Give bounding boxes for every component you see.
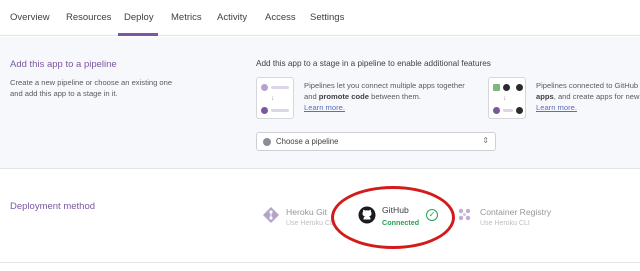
pipeline-section-title: Add this app to a pipeline — [10, 59, 117, 70]
section-divider — [0, 262, 640, 263]
heroku-git-label: Heroku Git — [286, 207, 328, 217]
heroku-git-sublabel: Use Heroku CLI — [286, 220, 336, 227]
pipeline-feature-promote-text: Pipelines let you connect multiple apps … — [304, 81, 465, 112]
container-registry-label: Container Registry — [480, 207, 552, 217]
learn-more-link-promote[interactable]: Learn more. — [304, 103, 345, 112]
github-connected-status: Connected — [382, 218, 420, 227]
tab-access[interactable]: Access — [265, 12, 296, 23]
choose-pipeline-placeholder: Choose a pipeline — [276, 137, 339, 146]
pipeline-features-heading: Add this app to a stage in a pipeline to… — [256, 59, 491, 68]
tab-resources[interactable]: Resources — [66, 12, 111, 23]
chevron-updown-icon: ⇕ — [482, 136, 489, 145]
pipeline-promote-illustration: ↓ — [256, 77, 294, 119]
learn-more-link-github[interactable]: Learn more. — [536, 103, 577, 112]
active-tab-indicator — [118, 33, 158, 36]
tab-metrics[interactable]: Metrics — [171, 12, 202, 23]
deploy-method-github[interactable]: GitHub Connected ✓ — [358, 205, 444, 238]
deploy-method-heroku-git[interactable]: Heroku Git Use Heroku CLI — [262, 206, 336, 236]
pipeline-feature-github-text: Pipelines connected to GitHub apps, and … — [536, 81, 640, 112]
deploy-method-container-registry[interactable]: Container Registry Use Heroku CLI — [456, 206, 576, 236]
pipeline-github-illustration: ↓ — [488, 77, 526, 119]
tab-overview[interactable]: Overview — [10, 12, 50, 23]
deployment-method-title: Deployment method — [10, 201, 96, 212]
github-label: GitHub — [382, 205, 409, 215]
tab-activity[interactable]: Activity — [217, 12, 247, 23]
container-registry-icon — [458, 208, 471, 221]
container-registry-sublabel: Use Heroku CLI — [480, 220, 530, 227]
choose-pipeline-select[interactable]: Choose a pipeline ⇕ — [256, 132, 496, 151]
tab-deploy[interactable]: Deploy — [124, 12, 154, 23]
app-tab-bar: Overview Resources Deploy Metrics Activi… — [0, 0, 640, 36]
check-circle-icon: ✓ — [426, 209, 438, 221]
tab-settings[interactable]: Settings — [310, 12, 344, 23]
heroku-git-icon — [263, 207, 279, 223]
pipeline-section-description: Create a new pipeline or choose an exist… — [10, 78, 173, 98]
github-icon — [358, 206, 376, 224]
deployment-method-section: Deployment method Heroku Git Use Heroku … — [0, 188, 640, 271]
pipeline-icon — [263, 138, 271, 146]
